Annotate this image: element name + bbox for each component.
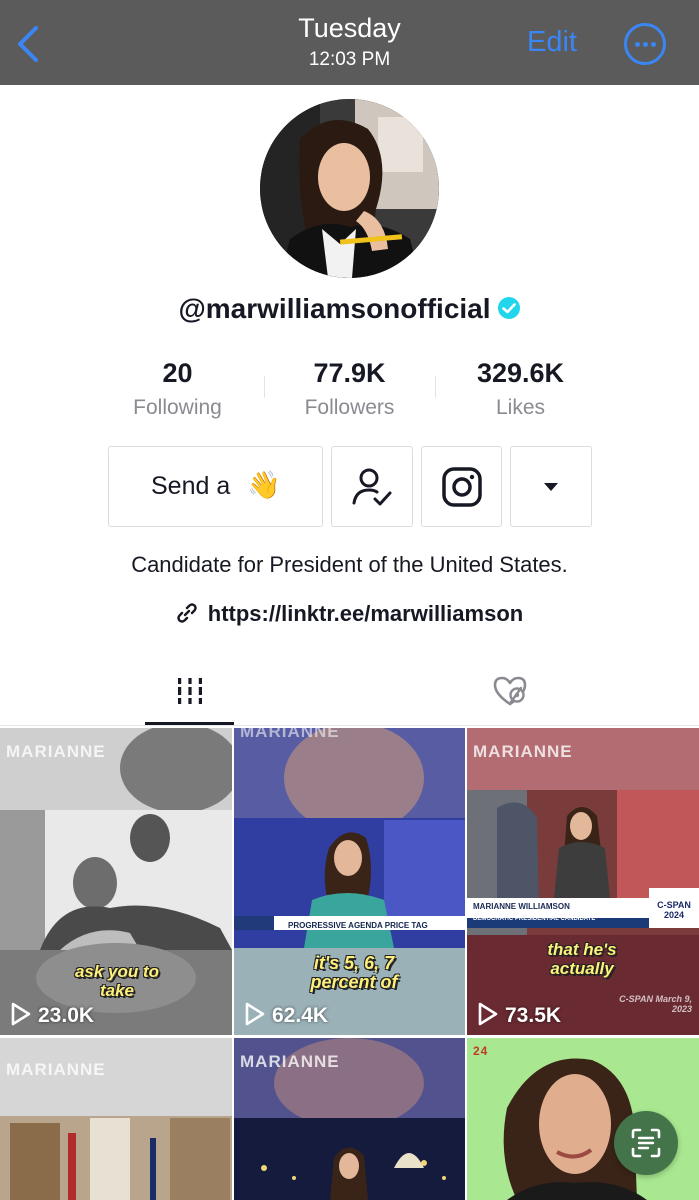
view-count: 73.5K bbox=[477, 1003, 562, 1028]
hidden-heart-icon bbox=[493, 676, 527, 706]
instagram-icon bbox=[441, 466, 482, 507]
stat-likes: 329.6K Likes bbox=[435, 355, 606, 423]
view-count: 23.0K bbox=[10, 1003, 95, 1028]
lower-third: PROGRESSIVE AGENDA PRICE TAG bbox=[288, 921, 428, 930]
marianne-watermark: MARIANNE bbox=[6, 742, 106, 761]
marianne-watermark: MARIANNE bbox=[6, 1060, 106, 1079]
caret-down-icon bbox=[544, 482, 558, 491]
top-day: Tuesday bbox=[298, 13, 401, 43]
stat-value: 20 bbox=[162, 358, 193, 388]
instagram-button[interactable] bbox=[421, 446, 502, 527]
lower-third-sub: DEMOCRATIC PRESIDENTIAL CANDIDATE bbox=[473, 916, 596, 922]
send-button-label: Send a bbox=[151, 472, 231, 500]
video-caption: ask you to take bbox=[74, 962, 160, 1000]
video-tile[interactable]: MARIANNE bbox=[234, 1038, 465, 1200]
video-thumbnail bbox=[467, 728, 699, 1035]
bio-text: Candidate for President of the United St… bbox=[131, 552, 568, 577]
friends-button[interactable] bbox=[331, 446, 413, 527]
lower-third: MARIANNE WILLIAMSON bbox=[469, 901, 574, 912]
view-count: 62.4K bbox=[244, 1003, 329, 1028]
more-button[interactable] bbox=[624, 23, 666, 65]
send-wave-button[interactable]: Send a 👋 bbox=[108, 446, 323, 527]
chevron-left-icon bbox=[18, 26, 38, 62]
play-icon bbox=[245, 1003, 265, 1026]
play-icon bbox=[11, 1003, 31, 1026]
tab-videos[interactable] bbox=[145, 662, 234, 724]
stat-label: Likes bbox=[495, 396, 546, 419]
tabs-divider bbox=[0, 725, 699, 726]
video-caption: that he's actually bbox=[547, 940, 617, 978]
text-scan-icon bbox=[631, 1128, 661, 1158]
user-check-icon bbox=[352, 468, 392, 505]
grid-icon bbox=[178, 678, 202, 704]
view-count-value: 23.0K bbox=[38, 1004, 95, 1027]
network-logo: C-SPAN 2024 bbox=[657, 900, 691, 920]
more-icon bbox=[635, 42, 640, 47]
more-options-dropdown[interactable] bbox=[510, 446, 592, 527]
marianne-watermark: MARIANNE bbox=[240, 728, 340, 741]
tab-liked[interactable] bbox=[466, 662, 555, 724]
profile-link[interactable]: https://linktr.ee/marwilliamson bbox=[0, 601, 699, 627]
top-bar: Tuesday 12:03 PM Edit bbox=[0, 0, 699, 85]
avatar-photo bbox=[260, 99, 439, 278]
text-scan-button[interactable] bbox=[614, 1111, 678, 1175]
video-tile[interactable]: MARIANNE bbox=[0, 1038, 232, 1200]
play-icon bbox=[478, 1003, 498, 1026]
video-tile[interactable]: MARIANNE ask you to take 23.0K bbox=[0, 728, 232, 1035]
edit-button[interactable]: Edit bbox=[527, 26, 577, 59]
stat-following[interactable]: 20 Following bbox=[92, 355, 263, 423]
view-count-value: 73.5K bbox=[505, 1004, 562, 1027]
stat-followers[interactable]: 77.9K Followers bbox=[264, 355, 435, 423]
video-tile[interactable]: MARIANNE MARIANNE WILLIAMSON DEMOCRATIC … bbox=[467, 728, 699, 1035]
marianne-watermark: MARIANNE bbox=[473, 742, 573, 761]
wave-emoji: 👋 bbox=[247, 470, 281, 500]
video-caption: it's 5, 6, 7 percent of bbox=[310, 953, 398, 992]
link-icon bbox=[177, 603, 197, 623]
stat-value: 77.9K bbox=[313, 358, 386, 388]
stat-label: Following bbox=[133, 396, 222, 419]
back-button[interactable] bbox=[12, 22, 48, 66]
broadcast-credit: C-SPAN March 9, 2023 bbox=[619, 994, 692, 1014]
top-time: 12:03 PM bbox=[308, 49, 391, 70]
stat-label: Followers bbox=[304, 396, 395, 419]
timestamp: Tuesday 12:03 PM bbox=[0, 12, 699, 72]
video-tile[interactable]: MARIANNE PROGRESSIVE AGENDA PRICE TAG it… bbox=[234, 728, 465, 1035]
username-row: @marwilliamsonofficial bbox=[0, 293, 699, 325]
verified-badge-icon bbox=[497, 297, 520, 320]
view-count-value: 62.4K bbox=[272, 1004, 329, 1027]
link-text: https://linktr.ee/marwilliamson bbox=[207, 601, 524, 626]
avatar[interactable] bbox=[260, 99, 439, 278]
marianne-watermark: MARIANNE bbox=[240, 1052, 340, 1071]
username: @marwilliamsonofficial bbox=[178, 293, 491, 324]
marianne-watermark: 24 bbox=[473, 1044, 489, 1058]
stat-value: 329.6K bbox=[476, 358, 565, 388]
